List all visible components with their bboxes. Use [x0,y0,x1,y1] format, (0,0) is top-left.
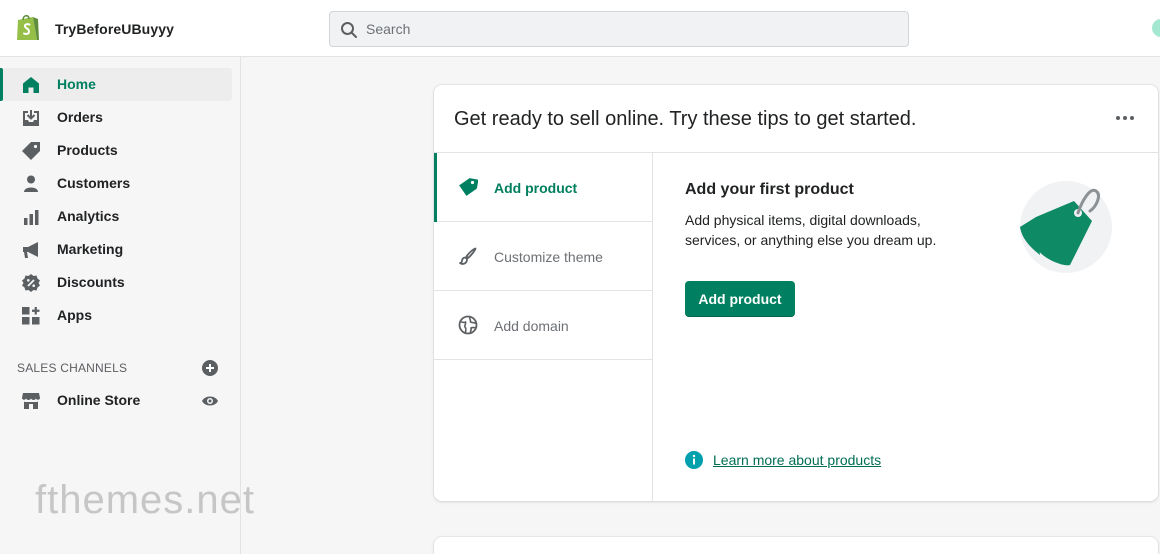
learn-more-link[interactable]: Learn more about products [713,452,881,468]
sidebar-item-marketing[interactable]: Marketing [2,233,232,266]
sidebar-item-customers[interactable]: Customers [2,167,232,200]
search-icon [341,22,357,38]
sidebar-item-apps[interactable]: Apps [2,299,232,332]
tab-label: Customize theme [494,249,603,265]
tab-customize-theme[interactable]: Customize theme [434,222,652,291]
tab-label: Add product [494,180,578,196]
search-bar[interactable] [329,11,909,47]
sidebar-item-label: Orders [57,109,103,125]
more-actions-icon[interactable] [1114,110,1136,126]
sidebar-item-discounts[interactable]: Discounts [2,266,232,299]
avatar[interactable] [1152,19,1160,37]
sidebar-item-home[interactable]: Home [0,68,232,101]
bar-chart-icon [24,210,39,225]
panel-description: Add physical items, digital downloads, s… [685,212,937,248]
apps-icon [22,307,40,325]
sidebar-item-label: Home [57,76,96,92]
search-input[interactable] [366,12,896,46]
panel-title: Add your first product [685,181,854,198]
info-icon [685,451,703,469]
brush-icon [459,247,477,265]
tab-add-domain[interactable]: Add domain [434,291,652,360]
tab-label: Add domain [494,318,569,334]
sidebar-item-label: Apps [57,307,92,323]
store-name[interactable]: TryBeforeUBuyyy [55,21,174,37]
person-icon [24,175,38,192]
megaphone-icon [23,242,38,258]
eye-icon[interactable] [201,394,219,408]
sales-channels-heading: SALES CHANNELS [17,361,128,375]
sidebar-item-label: Products [57,142,118,158]
next-card [434,537,1158,554]
tag-icon [459,178,478,196]
tab-add-product[interactable]: Add product [434,153,652,222]
sidebar-item-online-store[interactable]: Online Store [2,384,232,417]
discount-icon [22,274,40,292]
tip-tabs: Add product Customize theme Add domain [434,153,653,501]
sidebar-item-label: Online Store [57,392,141,408]
globe-icon [458,315,478,335]
store-icon [22,393,40,409]
watermark: fthemes.net [35,478,256,522]
sidebar-item-orders[interactable]: Orders [2,101,232,134]
sidebar-item-label: Customers [57,175,131,191]
tag-icon [22,142,40,160]
card-title: Get ready to sell online. Try these tips… [454,108,917,130]
orders-icon [23,110,39,126]
product-tag-illustration [1020,181,1112,273]
top-bar: TryBeforeUBuyyy [0,0,1160,57]
sidebar-item-analytics[interactable]: Analytics [2,200,232,233]
add-product-button[interactable]: Add product [685,281,795,317]
sidebar-item-label: Marketing [57,241,124,257]
home-icon [23,77,39,93]
setup-guide-card: Get ready to sell online. Try these tips… [434,85,1158,501]
sidebar-item-products[interactable]: Products [2,134,232,167]
sidebar-item-label: Discounts [57,274,125,290]
shopify-logo-icon[interactable] [14,13,42,43]
sidebar-item-label: Analytics [57,208,120,224]
add-channel-icon[interactable] [202,360,218,376]
